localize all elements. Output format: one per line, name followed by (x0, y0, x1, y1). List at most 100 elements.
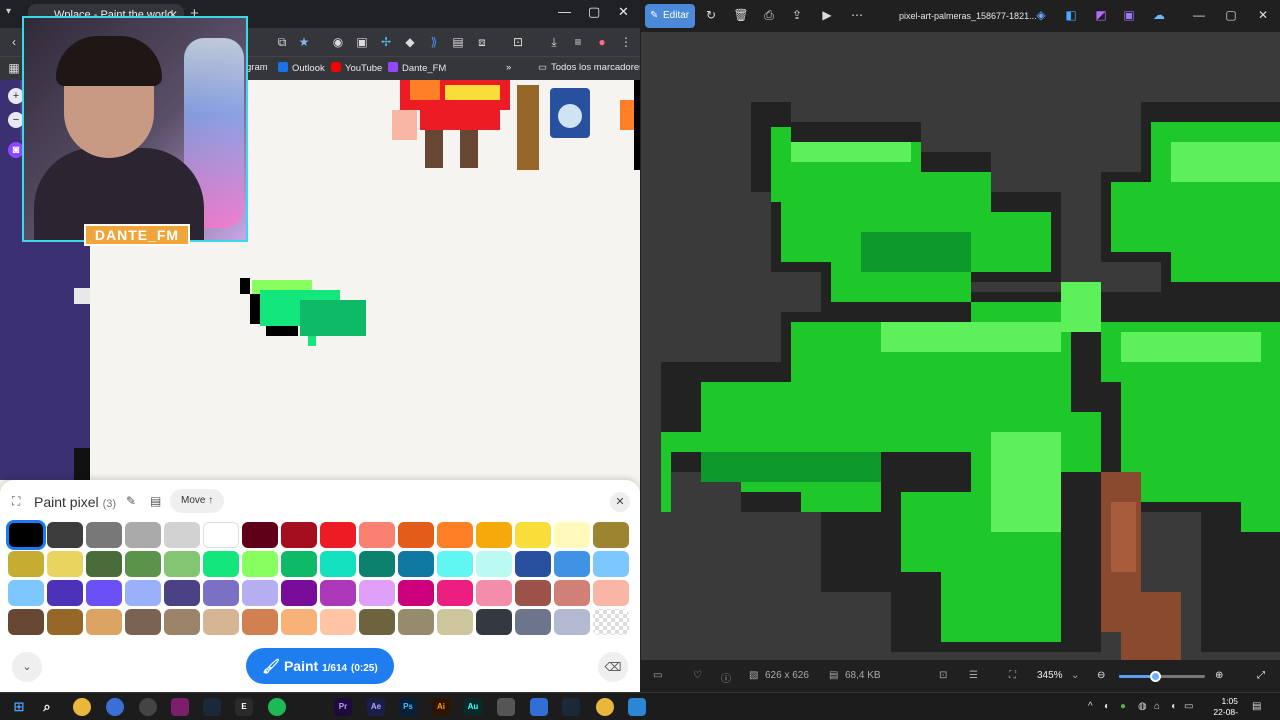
color-swatch[interactable] (86, 580, 122, 606)
bookmark-instagram[interactable]: gram (246, 62, 268, 73)
color-swatch[interactable] (437, 580, 473, 606)
color-swatch[interactable] (125, 580, 161, 606)
color-swatch[interactable] (476, 609, 512, 635)
color-swatch[interactable] (203, 609, 239, 635)
network-icon[interactable]: ⌂ (1154, 701, 1160, 712)
color-swatch[interactable] (47, 580, 83, 606)
epic-games-icon[interactable]: E (235, 698, 253, 716)
cast-icon[interactable]: ⧉ (274, 34, 290, 50)
color-swatch[interactable] (242, 551, 278, 577)
color-swatch[interactable] (476, 551, 512, 577)
zoom-dropdown-icon[interactable]: ⌄ (1071, 670, 1079, 681)
color-swatch[interactable] (359, 580, 395, 606)
viewer-minimize-icon[interactable]: — (1191, 8, 1207, 22)
spotify-icon[interactable] (268, 698, 286, 716)
color-swatch[interactable] (47, 522, 83, 548)
color-swatch[interactable] (320, 522, 356, 548)
app-icon[interactable] (171, 698, 189, 716)
slideshow-icon[interactable]: ▶ (819, 8, 835, 22)
notification-icon[interactable]: ▤ (1252, 701, 1261, 712)
photos-icon[interactable] (628, 698, 646, 716)
steam-icon-2[interactable] (562, 698, 580, 716)
fit-icon[interactable]: ⛶ (1009, 670, 1016, 681)
extension-icon-4[interactable]: ◆ (402, 34, 418, 50)
color-swatch[interactable] (203, 551, 239, 577)
calculator-icon[interactable] (497, 698, 515, 716)
steam-icon[interactable] (203, 698, 221, 716)
zoom-out-icon[interactable]: ⊖ (1097, 670, 1105, 681)
color-swatch[interactable] (593, 522, 629, 548)
zoom-level[interactable]: 345% (1037, 670, 1063, 681)
photoshop-icon[interactable]: Ps (399, 698, 417, 716)
color-swatch[interactable] (281, 580, 317, 606)
color-swatch[interactable] (164, 522, 200, 548)
back-icon[interactable]: ‹ (6, 34, 22, 50)
filmstrip-icon[interactable]: ▭ (653, 670, 662, 681)
pencil-icon[interactable]: ✎ (126, 494, 136, 508)
color-swatch[interactable] (203, 580, 239, 606)
bookmark-star-icon[interactable]: ★ (296, 34, 312, 50)
onedrive-icon[interactable]: ☁ (1151, 8, 1167, 22)
color-swatch[interactable] (398, 551, 434, 577)
color-swatch[interactable] (164, 551, 200, 577)
color-swatch[interactable] (47, 551, 83, 577)
color-swatch[interactable] (164, 609, 200, 635)
color-swatch[interactable] (593, 580, 629, 606)
tray-icon-1[interactable]: ◐ (1104, 701, 1110, 712)
color-swatch[interactable] (554, 580, 590, 606)
color-swatch[interactable] (398, 522, 434, 548)
color-swatch[interactable] (86, 522, 122, 548)
color-swatch[interactable] (203, 522, 239, 548)
viewer-close-icon[interactable]: ✕ (1255, 8, 1271, 22)
apps-grid-icon[interactable]: ▦ (6, 60, 22, 76)
tray-icon-3[interactable]: ◍ (1138, 701, 1147, 712)
color-swatch[interactable] (164, 580, 200, 606)
bookmarks-overflow[interactable]: » (506, 62, 511, 73)
info-icon[interactable]: ⓘ (721, 670, 731, 685)
extension-icon-5[interactable]: ⟫ (426, 34, 442, 50)
color-swatch[interactable] (86, 551, 122, 577)
color-swatch[interactable] (554, 609, 590, 635)
zoom-in-icon[interactable]: ⊕ (1215, 670, 1223, 681)
designer-icon[interactable]: ◧ (1063, 8, 1079, 22)
color-swatch[interactable] (515, 522, 551, 548)
tray-icon-2[interactable]: ● (1120, 701, 1126, 712)
color-swatch[interactable] (6, 520, 46, 550)
image-view[interactable] (641, 32, 1280, 660)
browser-menu-icon[interactable]: ⋮ (618, 34, 634, 50)
color-swatch[interactable] (437, 522, 473, 548)
rotate-icon[interactable]: ↻ (703, 8, 719, 22)
color-swatch[interactable] (437, 609, 473, 635)
zoom-slider-thumb[interactable] (1150, 671, 1162, 682)
chrome-icon-2[interactable] (596, 698, 614, 716)
color-swatch[interactable] (125, 522, 161, 548)
illustrator-icon[interactable]: Ai (432, 698, 450, 716)
color-swatch[interactable] (515, 580, 551, 606)
delete-icon[interactable]: 🗑 (733, 8, 749, 22)
color-swatch[interactable] (554, 551, 590, 577)
chrome-icon[interactable] (73, 698, 91, 716)
extensions-puzzle-icon[interactable]: ⧈ (474, 34, 490, 50)
obs-icon[interactable] (139, 698, 157, 716)
bookmark-outlook[interactable]: Outlook (278, 62, 325, 74)
app-icon[interactable]: ▣ (1121, 8, 1137, 22)
all-bookmarks-folder[interactable]: ▭ Todos los marcadores (538, 62, 640, 73)
color-swatch[interactable] (281, 609, 317, 635)
search-icon[interactable]: ⌕ (38, 698, 56, 716)
color-swatch[interactable] (281, 551, 317, 577)
fullscreen-icon[interactable]: ⤢ (1257, 670, 1265, 681)
bookmark-dante-fm[interactable]: Dante_FM (388, 62, 446, 74)
viewer-maximize-icon[interactable]: ▢ (1223, 8, 1239, 22)
color-swatch[interactable] (593, 609, 629, 635)
bookmark-youtube[interactable]: YouTube (331, 62, 382, 74)
tab-search-icon[interactable]: ▾ (6, 6, 11, 17)
color-swatch[interactable] (437, 551, 473, 577)
battery-icon[interactable]: ▭ (1184, 701, 1193, 712)
extension-icon-1[interactable]: ◉ (330, 34, 346, 50)
move-button[interactable]: Move ↑ (170, 489, 225, 513)
extension-icon-2[interactable]: ▣ (354, 34, 370, 50)
color-swatch[interactable] (320, 609, 356, 635)
close-panel-icon[interactable]: ✕ (610, 492, 630, 512)
premiere-icon[interactable]: Pr (334, 698, 352, 716)
download-icon[interactable]: ⤓ (546, 34, 562, 50)
